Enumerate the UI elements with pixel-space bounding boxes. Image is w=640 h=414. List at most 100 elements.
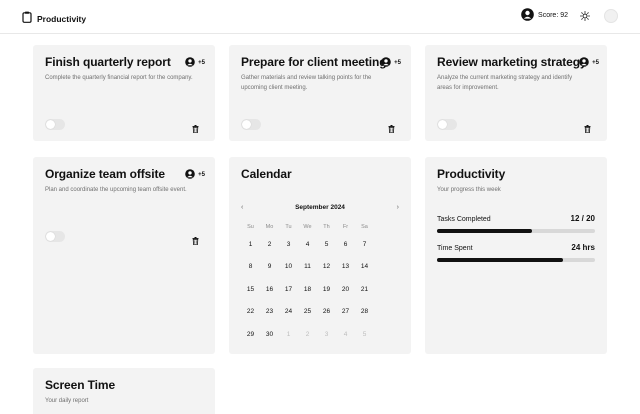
time-spent-label: Time Spent — [437, 245, 473, 252]
weekday-label: Sa — [361, 224, 368, 230]
calendar-day[interactable]: 9 — [260, 263, 279, 270]
calendar-day-outside[interactable]: 3 — [317, 331, 336, 338]
tasks-completed-stat: Tasks Completed 12 / 20 — [437, 214, 595, 233]
tasks-completed-value: 12 / 20 — [570, 214, 595, 223]
calendar-day[interactable]: 8 — [241, 263, 260, 270]
assignees: +5 — [579, 57, 599, 69]
task-card: Review marketing strategy +5 Analyze the… — [425, 45, 607, 141]
user-circle-icon — [185, 169, 195, 181]
prev-month-button[interactable]: ‹ — [241, 204, 243, 211]
task-toggle[interactable] — [45, 231, 65, 242]
calendar-day[interactable]: 7 — [355, 241, 374, 248]
calendar-day[interactable]: 27 — [336, 308, 355, 315]
calendar-day[interactable]: 15 — [241, 286, 260, 293]
weekday-label: Th — [323, 224, 330, 230]
week-row: 8 9 10 11 12 13 14 — [241, 256, 399, 279]
calendar-day[interactable]: 19 — [317, 286, 336, 293]
app-header: Productivity Score: 92 — [0, 0, 640, 34]
task-title: Prepare for client meeting — [241, 55, 387, 69]
app-title: Productivity — [37, 14, 87, 24]
calendar-day[interactable]: 13 — [336, 263, 355, 270]
user-circle-icon — [521, 8, 534, 23]
task-description: Complete the quarterly financial report … — [45, 75, 193, 81]
calendar-day[interactable]: 6 — [336, 241, 355, 248]
brand: Productivity — [22, 10, 86, 28]
task-title: Organize team offsite — [45, 167, 165, 181]
task-description: Analyze the current marketing strategy a… — [437, 75, 573, 91]
screen-time-subtitle: Your daily report — [45, 398, 89, 404]
assignees: +5 — [185, 57, 205, 69]
calendar-day[interactable]: 17 — [279, 286, 298, 293]
productivity-card: Productivity Your progress this week Tas… — [425, 157, 607, 354]
week-row: 15 16 17 18 19 20 21 — [241, 278, 399, 301]
calendar-title: Calendar — [241, 167, 292, 181]
calendar-day[interactable]: 3 — [279, 241, 298, 248]
tasks-progress-fill — [437, 229, 532, 233]
calendar-day-outside[interactable]: 1 — [279, 331, 298, 338]
task-title: Finish quarterly report — [45, 55, 171, 69]
calendar-day[interactable]: 12 — [317, 263, 336, 270]
task-toggle[interactable] — [45, 119, 65, 130]
assignees: +5 — [381, 57, 401, 69]
screen-time-card: Screen Time Your daily report — [33, 368, 215, 414]
time-spent-stat: Time Spent 24 hrs — [437, 243, 595, 262]
calendar-day[interactable]: 25 — [298, 308, 317, 315]
assignees: +5 — [185, 169, 205, 181]
calendar-day[interactable]: 21 — [355, 286, 374, 293]
task-card: Prepare for client meeting +5 Gather mat… — [229, 45, 411, 141]
calendar-day[interactable]: 29 — [241, 331, 260, 338]
calendar-grid: Su Mo Tu We Th Fr Sa 1 2 3 4 5 6 7 8 9 1… — [241, 221, 399, 346]
calendar-day[interactable]: 4 — [298, 241, 317, 248]
clipboard-icon — [22, 10, 32, 28]
weekday-row: Su Mo Tu We Th Fr Sa — [241, 221, 399, 233]
calendar-day[interactable]: 1 — [241, 241, 260, 248]
score-badge: Score: 92 — [521, 8, 568, 23]
weekday-label: Fr — [342, 224, 349, 230]
weekday-label: Tu — [285, 224, 292, 230]
calendar-day[interactable]: 30 — [260, 331, 279, 338]
avatar[interactable] — [604, 8, 618, 23]
user-circle-icon — [381, 57, 391, 69]
calendar-day[interactable]: 11 — [298, 263, 317, 270]
task-toggle[interactable] — [241, 119, 261, 130]
calendar-day[interactable]: 5 — [317, 241, 336, 248]
calendar-day-outside[interactable]: 2 — [298, 331, 317, 338]
calendar-day[interactable]: 23 — [260, 308, 279, 315]
week-row: 22 23 24 25 26 27 28 — [241, 301, 399, 324]
calendar-day[interactable]: 10 — [279, 263, 298, 270]
trash-icon[interactable] — [584, 120, 591, 138]
calendar-day[interactable]: 16 — [260, 286, 279, 293]
calendar-day[interactable]: 14 — [355, 263, 374, 270]
task-description: Gather materials and review talking poin… — [241, 75, 372, 91]
score-label: Score: 92 — [538, 12, 568, 19]
task-toggle[interactable] — [437, 119, 457, 130]
calendar-day[interactable]: 26 — [317, 308, 336, 315]
productivity-title: Productivity — [437, 167, 506, 181]
week-row: 29 30 1 2 3 4 5 — [241, 323, 399, 346]
next-month-button[interactable]: › — [397, 204, 399, 211]
task-description: Plan and coordinate the upcoming team of… — [45, 187, 187, 193]
weekday-label: Mo — [265, 224, 274, 230]
user-circle-icon — [185, 57, 195, 69]
time-progress-fill — [437, 258, 564, 262]
calendar-day[interactable]: 20 — [336, 286, 355, 293]
assignee-count: +5 — [394, 60, 401, 66]
productivity-subtitle: Your progress this week — [437, 187, 501, 193]
user-circle-icon — [579, 57, 589, 69]
trash-icon[interactable] — [192, 120, 199, 138]
calendar-day-outside[interactable]: 5 — [355, 331, 374, 338]
calendar-day[interactable]: 28 — [355, 308, 374, 315]
calendar-day[interactable]: 24 — [279, 308, 298, 315]
task-card: Organize team offsite +5 Plan and coordi… — [33, 157, 215, 354]
calendar-day[interactable]: 22 — [241, 308, 260, 315]
trash-icon[interactable] — [388, 120, 395, 138]
weekday-label: We — [303, 224, 312, 230]
calendar-day[interactable]: 2 — [260, 241, 279, 248]
tasks-completed-label: Tasks Completed — [437, 216, 491, 223]
trash-icon[interactable] — [192, 232, 199, 250]
calendar-day-outside[interactable]: 4 — [336, 331, 355, 338]
calendar-day[interactable]: 18 — [298, 286, 317, 293]
calendar-card: Calendar ‹ September 2024 › Su Mo Tu We … — [229, 157, 411, 354]
sun-icon[interactable] — [580, 10, 590, 21]
weekday-label: Su — [247, 224, 254, 230]
